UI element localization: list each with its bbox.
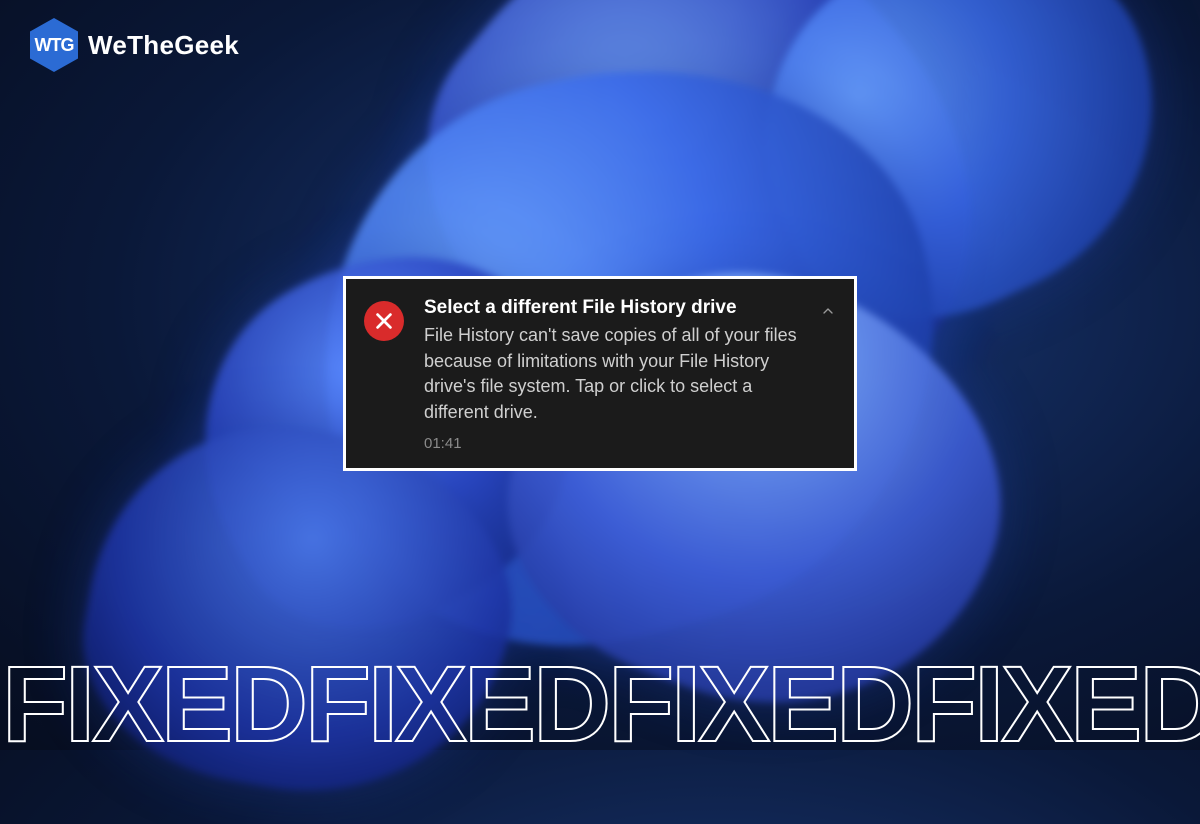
notification-timestamp: 01:41 bbox=[424, 435, 808, 452]
hex-logo-icon: WTG bbox=[30, 18, 78, 72]
fixed-banner: FIXED FIXED FIXED FIXED bbox=[0, 640, 1200, 750]
file-history-notification[interactable]: Select a different File History drive Fi… bbox=[346, 279, 854, 468]
fixed-word: FIXED bbox=[911, 650, 1200, 750]
notification-title: Select a different File History drive bbox=[424, 297, 808, 319]
chevron-up-icon[interactable] bbox=[820, 303, 836, 319]
notification-frame: Select a different File History drive Fi… bbox=[343, 276, 857, 471]
brand-name: WeTheGeek bbox=[88, 30, 239, 61]
logo-initials: WTG bbox=[35, 35, 74, 56]
fixed-word: FIXED bbox=[2, 650, 305, 750]
fixed-word: FIXED bbox=[608, 650, 911, 750]
error-x-icon bbox=[364, 301, 404, 341]
site-watermark: WTG WeTheGeek bbox=[30, 18, 239, 72]
fixed-word: FIXED bbox=[305, 650, 608, 750]
notification-body: File History can't save copies of all of… bbox=[424, 323, 808, 425]
